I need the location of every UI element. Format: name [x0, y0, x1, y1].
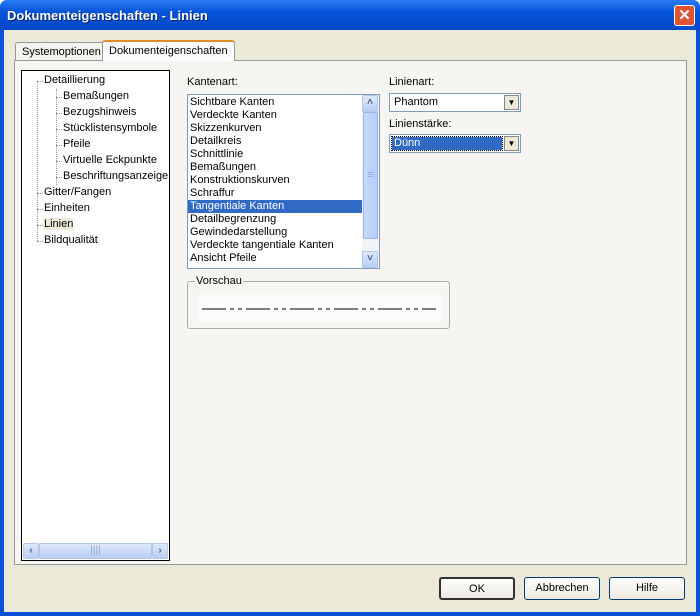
tree-item[interactable]: Pfeile — [63, 138, 91, 150]
tree-item[interactable]: Bezugshinweis — [63, 106, 136, 118]
dialog-window: Dokumenteigenschaften - Linien ✕ Systemo… — [0, 0, 700, 616]
window-title: Dokumenteigenschaften - Linien — [7, 8, 208, 23]
scroll-left-icon[interactable]: ‹ — [23, 543, 39, 559]
list-item[interactable]: Ansicht Pfeile — [188, 252, 379, 265]
list-item[interactable]: Verdeckte tangentiale Kanten — [188, 239, 379, 252]
list-item[interactable]: Detailbegrenzung — [188, 213, 379, 226]
tree-item[interactable]: Virtuelle Eckpunkte — [63, 154, 157, 166]
list-item[interactable]: Verdeckte Kanten — [188, 109, 379, 122]
vertical-scrollbar[interactable]: ˄ ≡ ˅ — [362, 95, 379, 268]
dialog-client: Systemoptionen Dokumenteigenschaften ‹ |… — [4, 30, 696, 612]
scroll-right-icon[interactable]: › — [152, 543, 168, 559]
tree-item[interactable]: Bemaßungen — [63, 90, 129, 102]
list-item[interactable]: Gewindedarstellung — [188, 226, 379, 239]
title-bar[interactable]: Dokumenteigenschaften - Linien ✕ — [0, 0, 700, 30]
tree-item[interactable]: Gitter/Fangen — [44, 186, 111, 198]
ok-button[interactable]: OK — [439, 577, 515, 600]
tree-item[interactable]: Linien — [44, 218, 74, 230]
tree-connector — [37, 81, 38, 241]
tab-systemoptionen[interactable]: Systemoptionen — [15, 42, 108, 61]
tree-item[interactable]: Stücklistensymbole — [63, 122, 157, 134]
line-weight-label: Linienstärke: — [389, 118, 452, 130]
chevron-down-icon[interactable]: ▼ — [504, 95, 519, 110]
list-item[interactable]: Schnittlinie — [188, 148, 379, 161]
line-preview — [198, 295, 441, 322]
tree-connector — [56, 89, 57, 185]
list-item[interactable]: Schraffur — [188, 187, 379, 200]
help-button[interactable]: Hilfe — [609, 577, 685, 600]
tree-connector — [37, 241, 43, 242]
list-item[interactable]: Tangentiale Kanten — [188, 200, 379, 213]
tree-item[interactable]: Einheiten — [44, 202, 90, 214]
chevron-down-icon[interactable]: ▼ — [504, 136, 519, 151]
cancel-button[interactable]: Abbrechen — [524, 577, 600, 600]
line-weight-value: Dünn — [391, 136, 503, 151]
close-button[interactable]: ✕ — [674, 5, 695, 26]
line-style-dropdown[interactable]: Phantom ▼ — [389, 93, 521, 112]
line-style-value: Phantom — [394, 96, 439, 108]
line-weight-dropdown[interactable]: Dünn ▼ — [389, 134, 521, 153]
edge-type-listbox[interactable]: Sichtbare Kanten Verdeckte Kanten Skizzenk… — [187, 94, 380, 269]
list-item[interactable]: Detailkreis — [188, 135, 379, 148]
list-item[interactable]: Skizzenkurven — [188, 122, 379, 135]
tree-item[interactable]: Bildqualität — [44, 234, 98, 246]
scroll-thumb[interactable]: ≡ — [363, 112, 378, 239]
tree-item[interactable]: Beschriftungsanzeige — [63, 170, 168, 182]
line-style-label: Linienart: — [389, 76, 435, 88]
preview-group: Vorschau — [187, 275, 450, 329]
tree-item[interactable]: Detaillierung — [44, 74, 105, 86]
scroll-up-icon[interactable]: ˄ — [362, 95, 378, 112]
tab-panel: ‹ |||| › Detaillierung Bemaßungen Bezugshi… — [14, 60, 687, 565]
preview-label: Vorschau — [195, 275, 243, 287]
settings-tree[interactable]: ‹ |||| › Detaillierung Bemaßungen Bezugshi… — [21, 70, 170, 561]
scroll-down-icon[interactable]: ˅ — [362, 251, 378, 268]
edge-type-label: Kantenart: — [187, 76, 238, 88]
scroll-thumb[interactable]: |||| — [39, 543, 152, 559]
list-item[interactable]: Sichtbare Kanten — [188, 96, 379, 109]
list-item[interactable]: Bemaßungen — [188, 161, 379, 174]
horizontal-scrollbar[interactable]: ‹ |||| › — [23, 543, 168, 559]
list-item[interactable]: Konstruktionskurven — [188, 174, 379, 187]
tab-dokumenteigenschaften[interactable]: Dokumenteigenschaften — [102, 40, 235, 61]
